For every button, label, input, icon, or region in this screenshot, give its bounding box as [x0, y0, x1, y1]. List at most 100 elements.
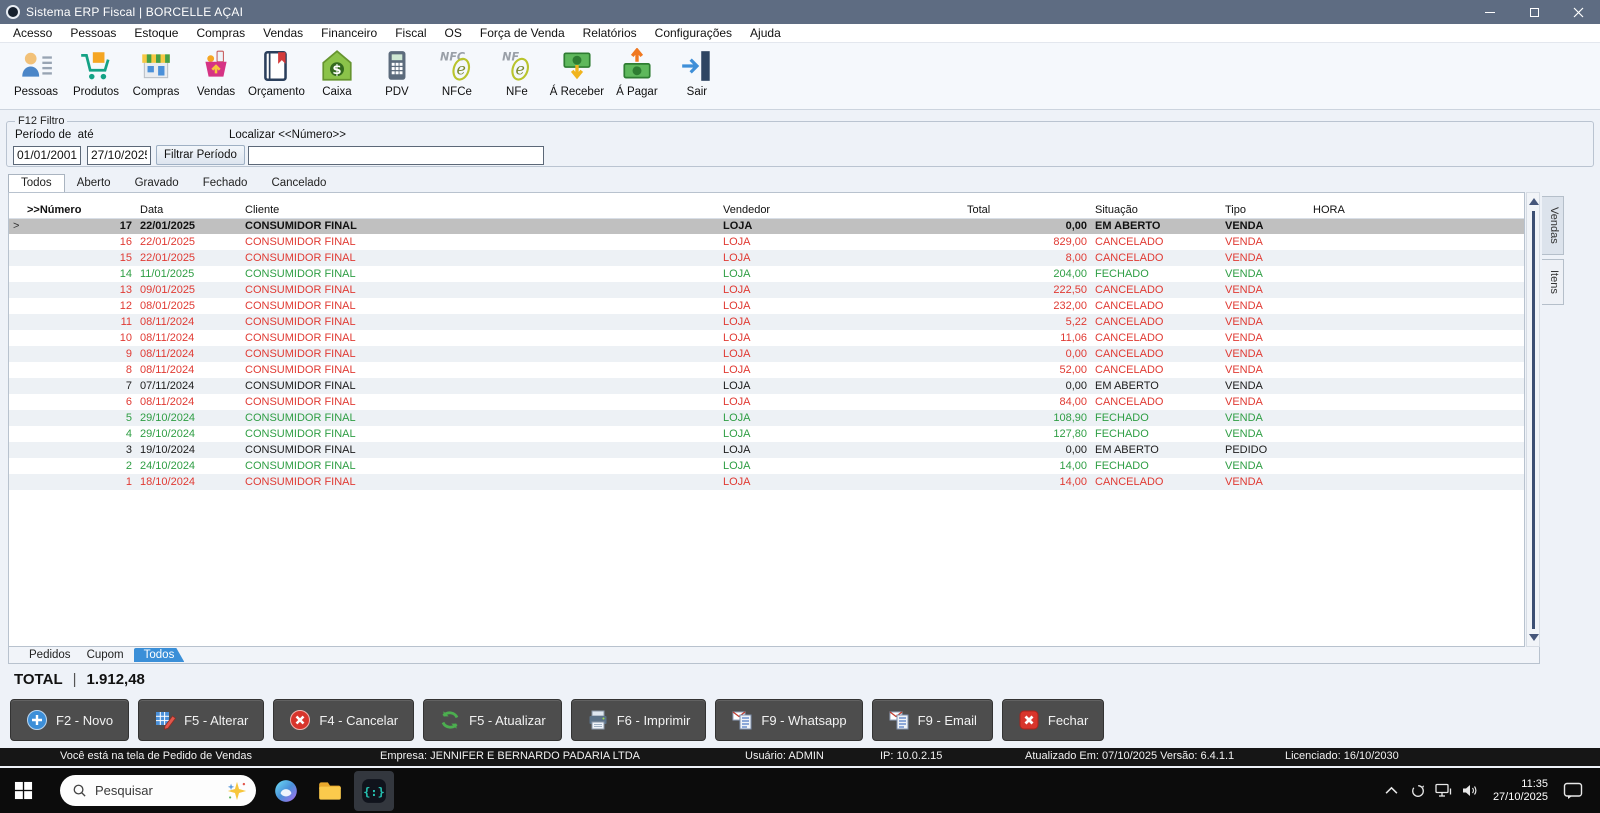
order-row-10[interactable]: 1008/11/2024CONSUMIDOR FINALLOJA11,06CAN…	[9, 330, 1524, 346]
taskbar-app-file-explorer[interactable]	[310, 771, 350, 811]
date-from-input[interactable]	[13, 146, 81, 165]
action-button-f6-imprimir[interactable]: F6 - Imprimir	[571, 699, 707, 741]
column-header-hora[interactable]: HORA	[1309, 202, 1387, 218]
bottom-tab-todos[interactable]: Todos	[134, 648, 185, 662]
cell-numero: 2	[23, 458, 136, 474]
toolbar-button-caixa[interactable]: $Caixa	[307, 47, 367, 99]
menu-item-financeiro[interactable]: Financeiro	[312, 24, 386, 42]
column-header-cliente[interactable]: Cliente	[241, 202, 719, 218]
status-filter-tabs: TodosAbertoGravadoFechadoCancelado	[8, 171, 1600, 192]
order-row-13[interactable]: 1309/01/2025CONSUMIDOR FINALLOJA222,50CA…	[9, 282, 1524, 298]
menu-item-fiscal[interactable]: Fiscal	[386, 24, 435, 42]
action-button-f4-cancelar[interactable]: F4 - Cancelar	[273, 699, 414, 741]
column-header-situac-a-o[interactable]: Situação	[1091, 202, 1221, 218]
chevron-up-icon[interactable]	[1381, 786, 1403, 795]
order-row-5[interactable]: 529/10/2024CONSUMIDOR FINALLOJA108,90FEC…	[9, 410, 1524, 426]
menu-item-pessoas[interactable]: Pessoas	[61, 24, 125, 42]
column-header-vendedor[interactable]: Vendedor	[719, 202, 963, 218]
scroll-down-arrow-icon[interactable]	[1529, 634, 1539, 641]
cell-vendedor: LOJA	[719, 442, 963, 458]
menu-item-compras[interactable]: Compras	[187, 24, 254, 42]
action-button-fechar[interactable]: Fechar	[1002, 699, 1104, 741]
menu-item-acesso[interactable]: Acesso	[4, 24, 61, 42]
bottom-tab-cupom[interactable]: Cupom	[81, 649, 130, 661]
side-tab-itens[interactable]: Itens	[1542, 259, 1564, 305]
cell-data: 08/11/2024	[136, 394, 241, 410]
cell-total: 14,00	[963, 474, 1091, 490]
scrollbar-thumb[interactable]	[1532, 211, 1535, 629]
filter-tab-cancelado[interactable]: Cancelado	[259, 175, 338, 192]
action-button-f2-novo[interactable]: F2 - Novo	[10, 699, 129, 741]
order-row-12[interactable]: 1208/01/2025CONSUMIDOR FINALLOJA232,00CA…	[9, 298, 1524, 314]
filter-tab-gravado[interactable]: Gravado	[123, 175, 191, 192]
column-header-tipo[interactable]: Tipo	[1221, 202, 1309, 218]
filter-period-button[interactable]: Filtrar Período	[156, 145, 245, 165]
maximize-button[interactable]	[1512, 0, 1556, 24]
toolbar-button-a-receber[interactable]: Á Receber	[547, 47, 607, 99]
menu-item-relato-rios[interactable]: Relatórios	[574, 24, 646, 42]
order-row-7[interactable]: 707/11/2024CONSUMIDOR FINALLOJA0,00EM AB…	[9, 378, 1524, 394]
bottom-tab-pedidos[interactable]: Pedidos	[23, 649, 77, 661]
toolbar-button-sair[interactable]: Sair	[667, 47, 727, 99]
order-row-17[interactable]: >1722/01/2025CONSUMIDOR FINALLOJA0,00EM …	[9, 218, 1524, 234]
order-row-14[interactable]: 1411/01/2025CONSUMIDOR FINALLOJA204,00FE…	[9, 266, 1524, 282]
taskbar-app-erp-app[interactable]: {:}	[354, 771, 394, 811]
order-row-2[interactable]: 224/10/2024CONSUMIDOR FINALLOJA14,00FECH…	[9, 458, 1524, 474]
order-row-4[interactable]: 429/10/2024CONSUMIDOR FINALLOJA127,80FEC…	[9, 426, 1524, 442]
toolbar-label: Compras	[133, 86, 180, 98]
order-row-6[interactable]: 608/11/2024CONSUMIDOR FINALLOJA84,00CANC…	[9, 394, 1524, 410]
order-row-8[interactable]: 808/11/2024CONSUMIDOR FINALLOJA52,00CANC…	[9, 362, 1524, 378]
toolbar-button-produtos[interactable]: Produtos	[66, 47, 126, 99]
order-row-9[interactable]: 908/11/2024CONSUMIDOR FINALLOJA0,00CANCE…	[9, 346, 1524, 362]
network-icon[interactable]	[1433, 783, 1455, 798]
toolbar-button-pdv[interactable]: PDV	[367, 47, 427, 99]
toolbar-button-a-pagar[interactable]: Á Pagar	[607, 47, 667, 99]
action-button-f5-alterar[interactable]: F5 - Alterar	[138, 699, 264, 741]
column-header-data[interactable]: Data	[136, 202, 241, 218]
action-button-f9-email[interactable]: F9 - Email	[872, 699, 993, 741]
action-button-f9-whatsapp[interactable]: F9 - Whatsapp	[715, 699, 862, 741]
taskbar-app-copilot[interactable]	[266, 771, 306, 811]
cell-filler	[1387, 458, 1524, 474]
minimize-button[interactable]	[1468, 0, 1512, 24]
start-button[interactable]	[0, 768, 46, 813]
toolbar-button-orc-amento[interactable]: Orçamento	[246, 47, 307, 99]
menu-item-vendas[interactable]: Vendas	[254, 24, 312, 42]
notifications-icon[interactable]	[1562, 782, 1584, 800]
date-to-input[interactable]	[87, 146, 151, 165]
filter-tab-fechado[interactable]: Fechado	[191, 175, 260, 192]
menu-item-os[interactable]: OS	[436, 24, 471, 42]
filter-tab-aberto[interactable]: Aberto	[65, 175, 123, 192]
order-row-1[interactable]: 118/10/2024CONSUMIDOR FINALLOJA14,00CANC…	[9, 474, 1524, 490]
toolbar-label: Caixa	[322, 86, 351, 98]
menu-item-estoque[interactable]: Estoque	[125, 24, 187, 42]
grid-vertical-scrollbar[interactable]	[1526, 192, 1540, 647]
menu-item-forc-a-de-venda[interactable]: Força de Venda	[471, 24, 574, 42]
cell-numero: 6	[23, 394, 136, 410]
order-row-16[interactable]: 1622/01/2025CONSUMIDOR FINALLOJA829,00CA…	[9, 234, 1524, 250]
taskbar-search[interactable]: Pesquisar	[60, 775, 256, 806]
menu-item-ajuda[interactable]: Ajuda	[741, 24, 790, 42]
toolbar-button-vendas[interactable]: Vendas	[186, 47, 246, 99]
toolbar-button-compras[interactable]: Compras	[126, 47, 186, 99]
nfe-icon: NFe	[499, 48, 535, 84]
column-header-nu-mero[interactable]: >>Número	[23, 202, 136, 218]
toolbar-button-pessoas[interactable]: Pessoas	[6, 47, 66, 99]
toolbar-button-nfe[interactable]: NFeNFe	[487, 47, 547, 99]
action-button-f5-atualizar[interactable]: F5 - Atualizar	[423, 699, 562, 741]
order-row-3[interactable]: 319/10/2024CONSUMIDOR FINALLOJA0,00EM AB…	[9, 442, 1524, 458]
taskbar-clock[interactable]: 11:35 27/10/2025	[1493, 778, 1548, 804]
volume-icon[interactable]	[1459, 783, 1481, 798]
filter-tab-todos[interactable]: Todos	[8, 174, 65, 192]
close-button[interactable]	[1556, 0, 1600, 24]
toolbar-button-nfce[interactable]: NFCeNFCe	[427, 47, 487, 99]
order-row-11[interactable]: 1108/11/2024CONSUMIDOR FINALLOJA5,22CANC…	[9, 314, 1524, 330]
side-tab-vendas[interactable]: Vendas	[1542, 196, 1564, 255]
scroll-up-arrow-icon[interactable]	[1529, 198, 1539, 205]
column-header-total[interactable]: Total	[963, 202, 1091, 218]
order-row-15[interactable]: 1522/01/2025CONSUMIDOR FINALLOJA8,00CANC…	[9, 250, 1524, 266]
toolbar-label: Vendas	[197, 86, 235, 98]
sync-icon[interactable]	[1407, 783, 1429, 799]
search-number-input[interactable]	[248, 146, 544, 165]
menu-item-configurac-o-es[interactable]: Configurações	[646, 24, 741, 42]
